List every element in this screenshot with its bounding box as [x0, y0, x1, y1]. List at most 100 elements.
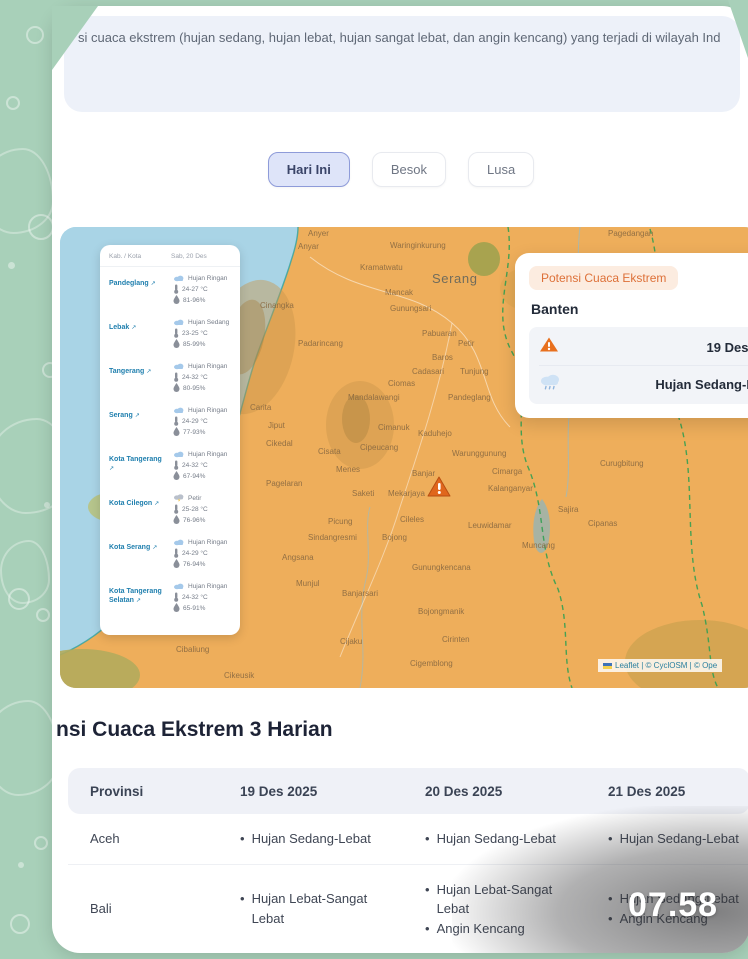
external-link-icon: ↗	[135, 413, 140, 419]
map-place-label: Muncang	[522, 541, 555, 550]
map-place-label: Picung	[328, 517, 352, 526]
bullet-icon: •	[240, 829, 245, 849]
temp-range: 23-25 °C	[182, 330, 208, 337]
kabkota-row[interactable]: Kota Tangerang Selatan ↗ Hujan Ringan 24…	[100, 575, 240, 619]
temp-range: 25-28 °C	[182, 506, 208, 513]
wallpaper-doodle	[34, 836, 48, 850]
wallpaper-doodle	[0, 540, 50, 604]
warning-marker-icon[interactable]	[426, 475, 452, 503]
kabkota-row[interactable]: Kota Tangerang ↗ Hujan Ringan 24-32 °C 6…	[100, 443, 240, 487]
day-tabs: Hari Ini Besok Lusa	[52, 152, 748, 187]
col-header-day2: 20 Des 2025	[425, 784, 608, 799]
kabkota-list: Pandeglang ↗ Hujan Ringan 24-27 °C 81-96…	[100, 267, 240, 619]
map-place-label: Cikeusik	[224, 671, 254, 680]
droplet-icon	[173, 295, 180, 306]
thermometer-icon	[173, 504, 179, 516]
map-place-label: Curugbitung	[600, 459, 644, 468]
forecast-table-header: Provinsi 19 Des 2025 20 Des 2025 21 Des …	[68, 768, 748, 814]
kabkota-name[interactable]: Kota Cilegon	[109, 500, 152, 507]
droplet-icon	[173, 515, 180, 526]
map-place-label: Cipanas	[588, 519, 617, 528]
condition-label: Hujan Sedang	[188, 319, 229, 326]
tab-besok[interactable]: Besok	[372, 152, 446, 187]
external-link-icon: ↗	[136, 598, 141, 604]
bullet-icon: •	[240, 889, 245, 928]
kabkota-row[interactable]: Pandeglang ↗ Hujan Ringan 24-27 °C 81-96…	[100, 267, 240, 311]
temp-range: 24-32 °C	[182, 462, 208, 469]
bullet-icon: •	[608, 889, 613, 909]
condition-label: Hujan Ringan	[188, 275, 227, 282]
wallpaper-doodle	[18, 862, 24, 868]
map-attribution[interactable]: Leaflet | © CyclOSM | © Ope	[598, 659, 722, 672]
map-place-label: Saketi	[352, 489, 374, 498]
map-place-label: Cimarga	[492, 467, 522, 476]
map-place-label: Warunggunung	[452, 449, 506, 458]
humidity-range: 77-93%	[183, 429, 205, 436]
condition-label: Hujan Ringan	[188, 539, 227, 546]
kabkota-name[interactable]: Kota Tangerang	[109, 456, 162, 463]
condition-icon	[173, 450, 185, 460]
kabkota-row[interactable]: Lebak ↗ Hujan Sedang 23-25 °C 85-99%	[100, 311, 240, 355]
condition-icon	[173, 318, 185, 328]
kabkota-name[interactable]: Pandeglang	[109, 280, 149, 287]
condition-icon	[173, 582, 185, 592]
wallpaper-doodle	[26, 26, 44, 44]
wallpaper-doodle	[44, 502, 50, 508]
tab-lusa[interactable]: Lusa	[468, 152, 534, 187]
bullet-icon: •	[608, 909, 613, 929]
tab-hari-ini[interactable]: Hari Ini	[268, 152, 350, 187]
rain-cloud-icon	[539, 373, 561, 395]
map-place-label: Ciomas	[388, 379, 415, 388]
wallpaper-doodle	[36, 608, 50, 622]
humidity-range: 76-96%	[183, 517, 205, 524]
kabkota-name[interactable]: Kota Serang	[109, 544, 150, 551]
forecast-item: •Angin Kencang	[425, 919, 577, 939]
droplet-icon	[173, 471, 180, 482]
province-name: Bali	[68, 901, 240, 916]
kabkota-row[interactable]: Kota Serang ↗ Hujan Ringan 24-29 °C 76-9…	[100, 531, 240, 575]
map-place-label: Pagedangan	[608, 229, 653, 238]
humidity-range: 67-94%	[183, 473, 205, 480]
weather-map[interactable]: AnyerAnyarWaringinkurungKramatwatuSerang…	[60, 227, 748, 688]
forecast-item: •Hujan Lebat-Sangat Lebat	[425, 880, 577, 919]
hero-banner: si cuaca ekstrem (hujan sedang, hujan le…	[64, 16, 740, 112]
forecast-table-row: Aceh •Hujan Sedang-Lebat •Hujan Sedang-L…	[68, 814, 748, 865]
attribution-text: Leaflet | © CyclOSM | © Ope	[615, 661, 717, 670]
map-place-label: Mandalawangi	[348, 393, 400, 402]
kabkota-name[interactable]: Tangerang	[109, 368, 144, 375]
condition-icon	[173, 274, 185, 284]
map-place-label: Serang	[432, 271, 478, 286]
temp-range: 24-32 °C	[182, 594, 208, 601]
kabkota-name[interactable]: Serang	[109, 412, 133, 419]
forecast-item: •Hujan Lebat-Sangat Lebat	[240, 889, 392, 928]
map-place-label: Mancak	[385, 288, 413, 297]
forecast-item: •Hujan Sedang-Lebat	[425, 829, 577, 849]
condition-label: Hujan Ringan	[188, 363, 227, 370]
condition-label: Hujan Ringan	[188, 583, 227, 590]
thermometer-icon	[173, 284, 179, 296]
map-place-label: Gunungsari	[390, 304, 431, 313]
map-place-label: Kramatwatu	[360, 263, 403, 272]
panel-col-kabkota: Kab. / Kota	[109, 253, 171, 260]
humidity-range: 81-96%	[183, 297, 205, 304]
bullet-icon: •	[425, 919, 430, 939]
map-place-label: Kalanganyar	[488, 484, 533, 493]
condition-icon	[173, 362, 185, 372]
droplet-icon	[173, 603, 180, 614]
thermometer-icon	[173, 460, 179, 472]
kabkota-row[interactable]: Serang ↗ Hujan Ringan 24-29 °C 77-93%	[100, 399, 240, 443]
bullet-icon: •	[425, 829, 430, 849]
popup-condition: Hujan Sedang-Lebat	[655, 377, 748, 392]
kabkota-row[interactable]: Tangerang ↗ Hujan Ringan 24-32 °C 80-95%	[100, 355, 240, 399]
thermometer-icon	[173, 372, 179, 384]
warning-triangle-icon	[539, 336, 559, 358]
map-place-label: Anyar	[298, 242, 319, 251]
map-place-label: Tunjung	[460, 367, 489, 376]
kabkota-row[interactable]: Kota Cilegon ↗ Petir 25-28 °C 76-96%	[100, 487, 240, 531]
weather-page-card: si cuaca ekstrem (hujan sedang, hujan le…	[52, 6, 748, 953]
external-link-icon: ↗	[152, 545, 157, 551]
kabkota-name[interactable]: Lebak	[109, 324, 129, 331]
col-header-day1: 19 Des 2025	[240, 784, 425, 799]
map-place-label: Petir	[458, 339, 474, 348]
map-place-label: Cileles	[400, 515, 424, 524]
